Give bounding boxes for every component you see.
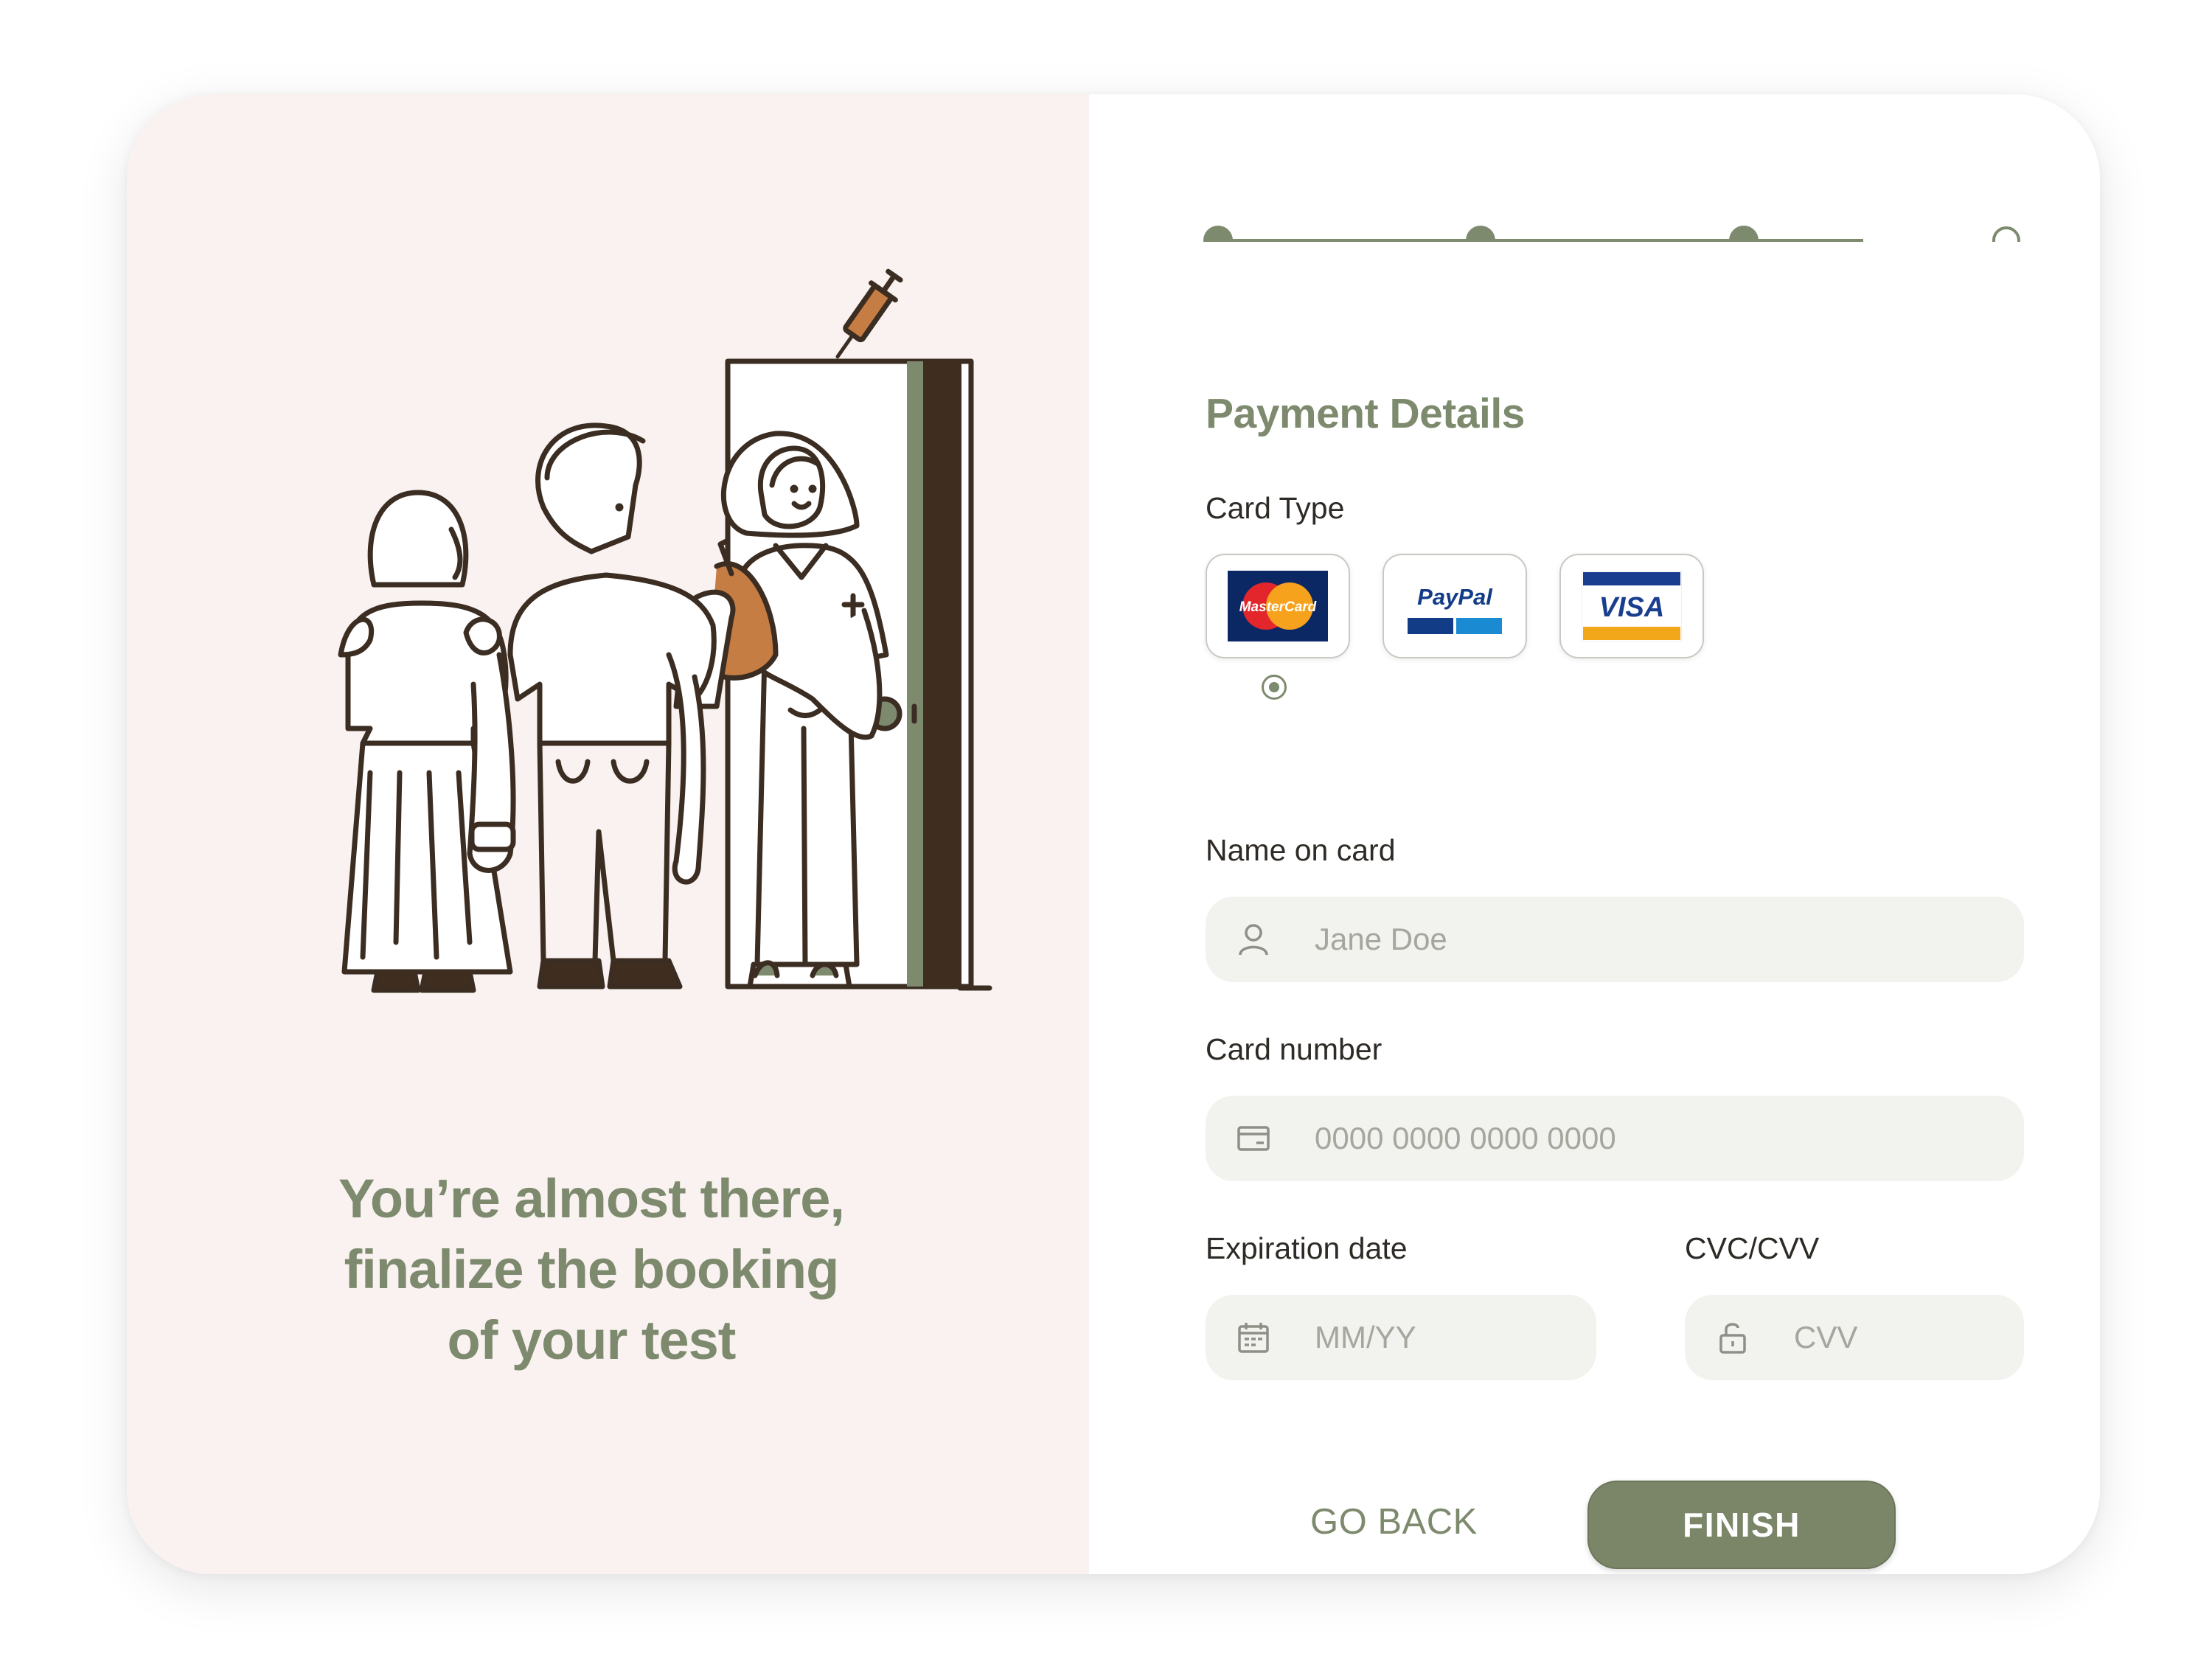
expiration-date-label: Expiration date (1206, 1231, 1408, 1265)
svg-text:PayPal: PayPal (1417, 584, 1493, 610)
payment-panel: Payment Details Card Type MasterCard Pay… (1089, 94, 2100, 1574)
people-at-clinic-door-illustration (338, 268, 992, 993)
cvc-label: CVC/CVV (1685, 1231, 1820, 1265)
card-type-radio-selected[interactable] (1262, 675, 1287, 700)
credit-card-icon (1237, 1126, 1270, 1151)
expiration-date-input[interactable] (1315, 1295, 1573, 1380)
expiration-date-field[interactable] (1206, 1295, 1596, 1380)
lock-icon (1719, 1323, 1746, 1354)
svg-text:MasterCard: MasterCard (1239, 599, 1317, 615)
go-back-button[interactable]: GO BACK (1310, 1501, 1478, 1543)
user-icon (1239, 924, 1268, 956)
syringe-illustration (835, 268, 903, 359)
paypal-logo-icon: PayPal (1405, 571, 1505, 641)
step-2-complete (1466, 226, 1495, 242)
svg-text:VISA: VISA (1599, 592, 1665, 623)
mastercard-logo-icon: MasterCard (1228, 571, 1328, 641)
step-4-pending (1992, 226, 2020, 242)
card-option-visa[interactable]: VISA (1559, 554, 1704, 658)
man-figure (507, 422, 717, 990)
booking-card: You’re almost there, finalize the bookin… (127, 94, 2100, 1574)
left-panel: You’re almost there, finalize the bookin… (127, 94, 1089, 1574)
finish-button[interactable]: FINISH (1587, 1481, 1896, 1569)
cvc-field[interactable] (1685, 1295, 2024, 1380)
calendar-icon (1238, 1323, 1269, 1353)
card-number-label: Card number (1206, 1032, 1382, 1066)
card-number-input[interactable] (1315, 1096, 2000, 1181)
card-type-label: Card Type (1206, 491, 1345, 525)
tagline-line: finalize the booking (344, 1239, 840, 1300)
nurse-figure (673, 431, 889, 990)
radio-dot (1269, 682, 1279, 692)
card-option-paypal[interactable]: PayPal (1382, 554, 1527, 658)
woman-figure (338, 490, 516, 993)
tagline-line: of your test (447, 1310, 737, 1371)
page-title: Payment Details (1206, 390, 1525, 437)
step-3-complete (1729, 226, 1759, 242)
card-option-mastercard[interactable]: MasterCard (1206, 554, 1350, 658)
tagline: You’re almost there, finalize the bookin… (223, 1164, 960, 1376)
progress-stepper (1203, 226, 2020, 242)
name-on-card-field[interactable] (1206, 897, 2024, 982)
card-number-field[interactable] (1206, 1096, 2024, 1181)
name-on-card-input[interactable] (1315, 897, 2000, 982)
tagline-line: You’re almost there, (338, 1168, 845, 1229)
cvc-input[interactable] (1794, 1295, 2000, 1380)
step-1-complete (1203, 226, 1233, 242)
name-on-card-label: Name on card (1206, 833, 1396, 867)
visa-logo-icon: VISA (1582, 571, 1682, 641)
